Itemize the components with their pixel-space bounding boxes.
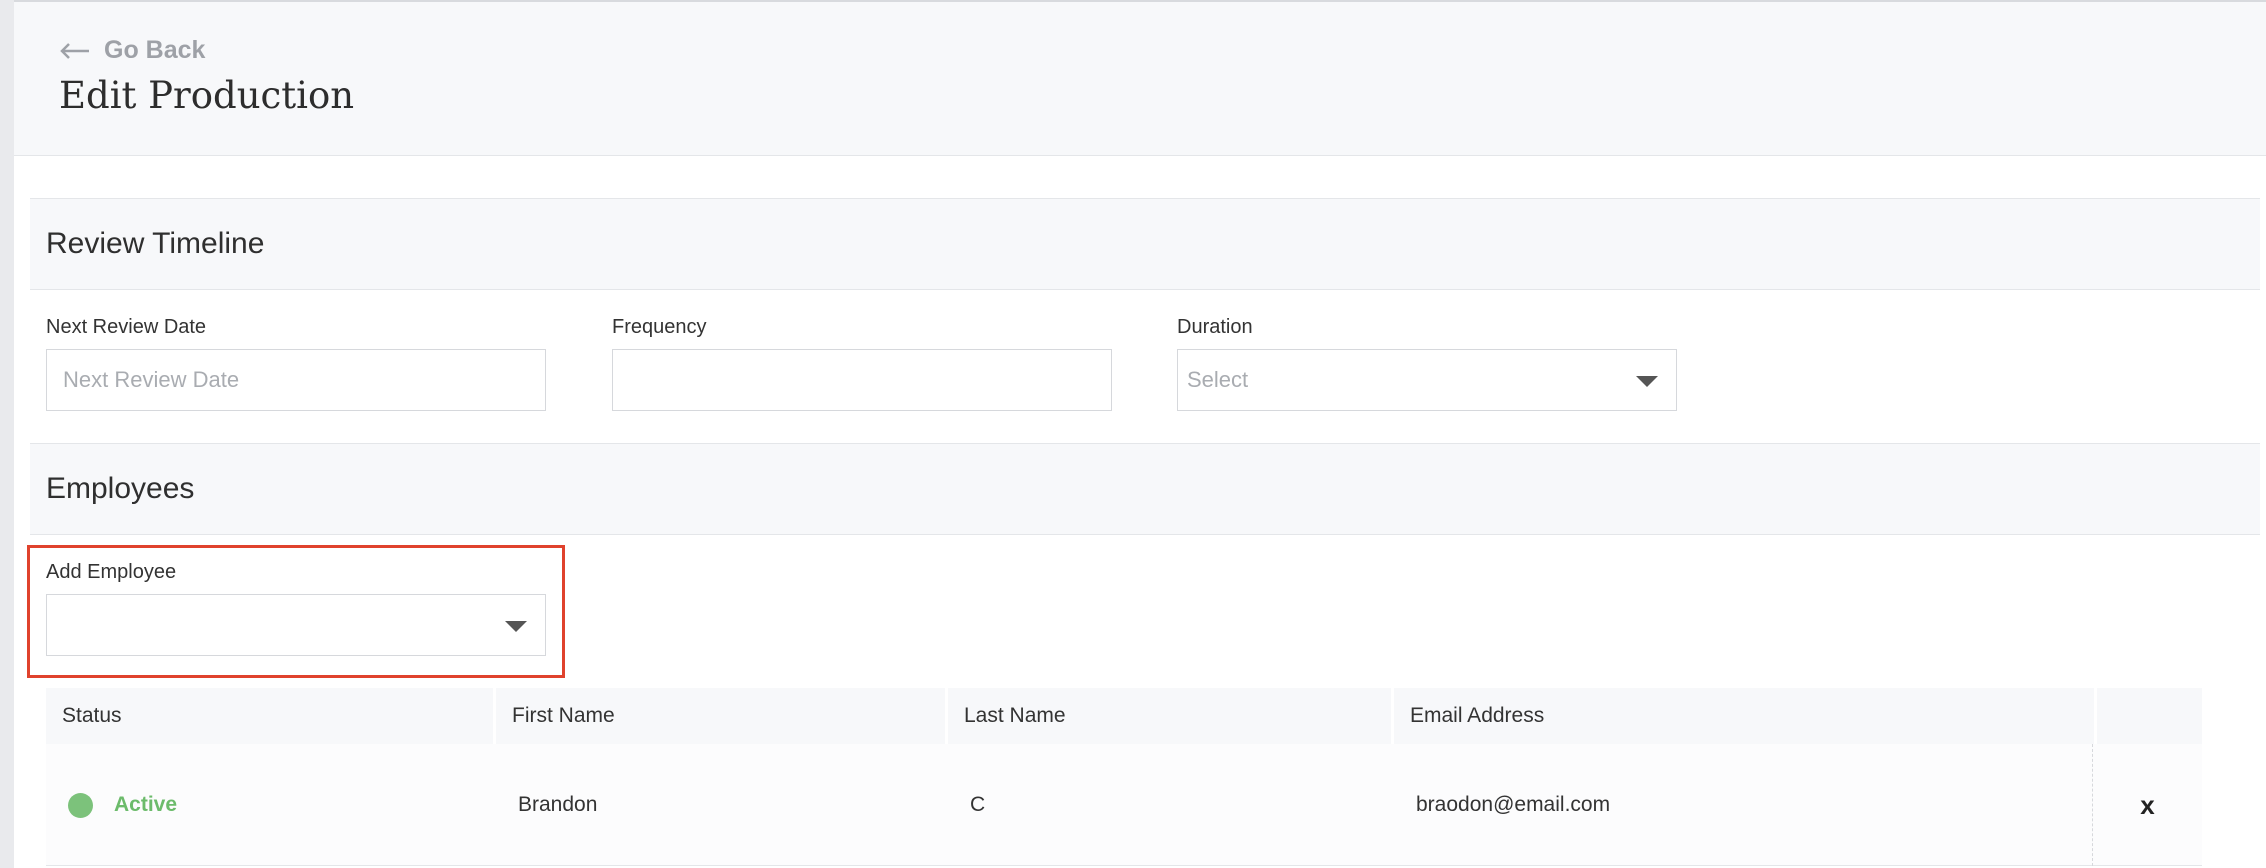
review-timeline-title: Review Timeline — [46, 227, 265, 260]
status-badge: Active — [114, 793, 178, 816]
page-header: Go Back Edit Production — [14, 2, 2266, 156]
next-review-date-input[interactable] — [46, 349, 546, 411]
duration-selected-value: Select — [1187, 367, 1249, 392]
page-title: Edit Production — [59, 74, 355, 117]
table-row: Active Brandon C braodon@email.com x — [46, 744, 2202, 866]
email-cell: braodon@email.com — [1416, 793, 1611, 816]
caret-down-icon — [505, 621, 527, 632]
column-header-last-name[interactable]: Last Name — [948, 688, 1394, 744]
edit-production-page: Go Back Edit Production Review Timeline … — [0, 0, 2266, 868]
next-review-date-label: Next Review Date — [46, 316, 207, 338]
last-name-cell: C — [970, 793, 986, 816]
employees-table: Status First Name Last Name Email Addres… — [46, 688, 2202, 866]
employees-title: Employees — [46, 472, 195, 505]
status-dot-icon — [68, 792, 93, 818]
remove-cell: x — [2092, 744, 2202, 866]
left-rail — [0, 0, 14, 868]
review-timeline-header: Review Timeline — [30, 198, 2260, 290]
column-header-status[interactable]: Status — [46, 688, 496, 744]
first-name-cell: Brandon — [518, 793, 598, 816]
duration-label: Duration — [1177, 316, 1253, 338]
go-back-label: Go Back — [104, 36, 206, 64]
table-header-row: Status First Name Last Name Email Addres… — [46, 688, 2202, 744]
duration-select[interactable]: Select — [1177, 349, 1677, 411]
column-header-email[interactable]: Email Address — [1394, 688, 2097, 744]
frequency-label: Frequency — [612, 316, 707, 338]
arrow-left-icon — [60, 42, 90, 59]
remove-employee-button[interactable]: x — [2140, 790, 2154, 821]
column-header-actions — [2097, 688, 2202, 744]
status-cell: Active — [46, 744, 496, 866]
caret-down-icon — [1636, 376, 1658, 387]
frequency-input[interactable] — [612, 349, 1112, 411]
column-header-first-name[interactable]: First Name — [496, 688, 948, 744]
add-employee-label: Add Employee — [46, 561, 177, 583]
employees-header: Employees — [30, 443, 2260, 535]
add-employee-select[interactable] — [46, 594, 546, 656]
go-back-link[interactable]: Go Back — [60, 36, 205, 65]
